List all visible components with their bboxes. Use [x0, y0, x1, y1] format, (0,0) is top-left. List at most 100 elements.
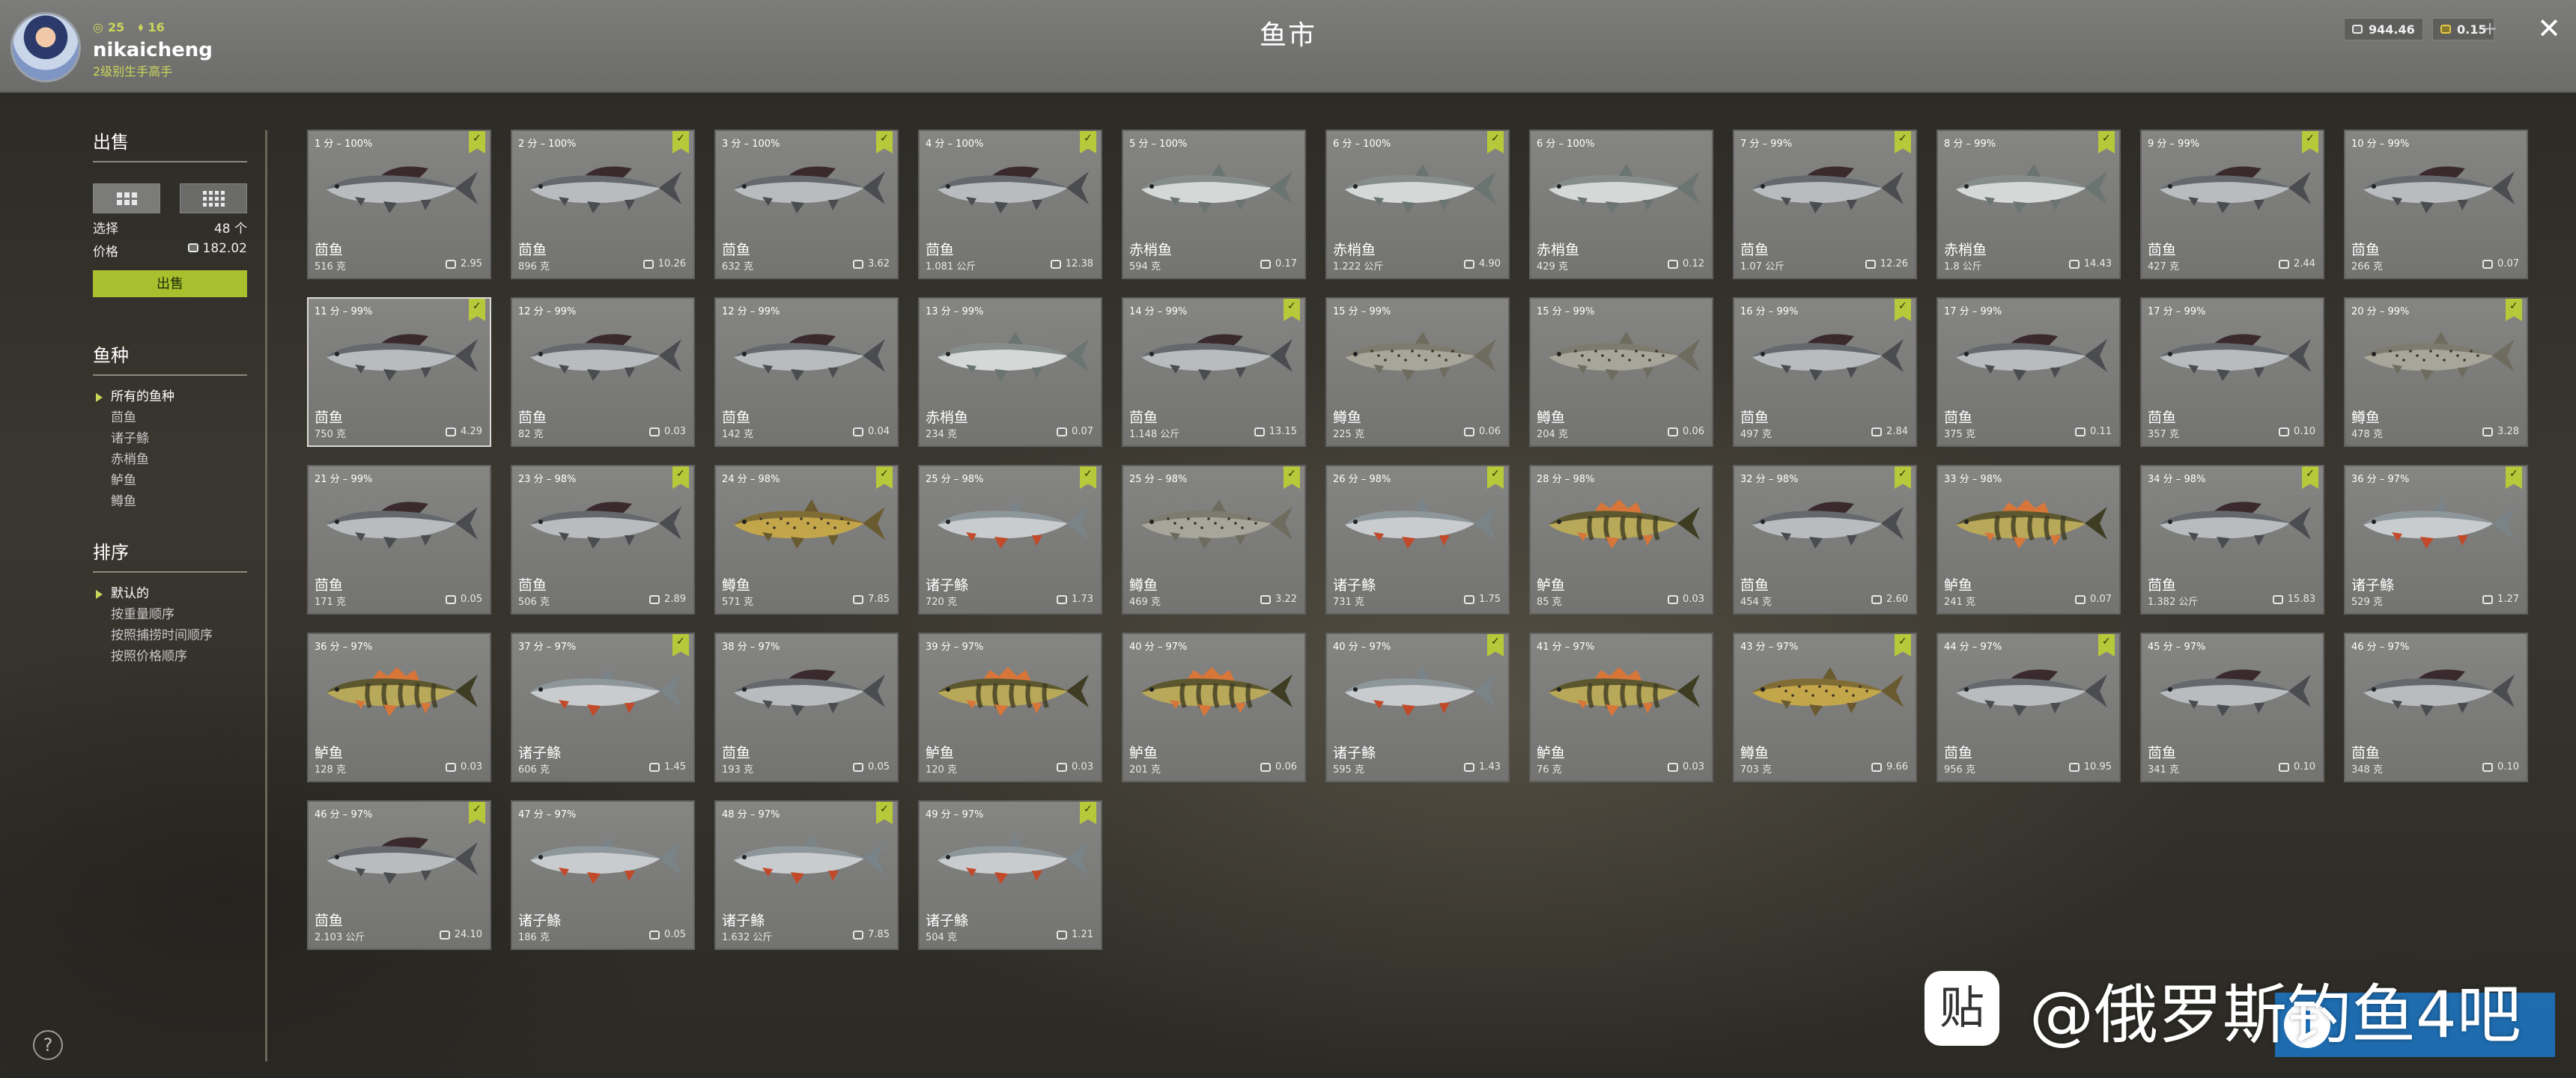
- fish-card[interactable]: 43 分 – 97% 鳟鱼 703 克 9.66: [1733, 633, 1917, 782]
- fish-score: 6 分 – 100%: [1333, 138, 1391, 150]
- fish-card[interactable]: 46 分 – 97% 茴鱼 2.103 公斤 24.10: [307, 800, 491, 950]
- silver-icon: [2279, 427, 2290, 436]
- fish-card[interactable]: 39 分 – 97% 鲈鱼 120 克 0.03: [918, 633, 1102, 782]
- fish-card[interactable]: 40 分 – 97% 诸子鲦 595 克 1.43: [1325, 633, 1510, 782]
- fish-card[interactable]: 38 分 – 97% 茴鱼 193 克 0.05: [714, 633, 899, 782]
- close-button[interactable]: ✕: [2534, 13, 2564, 43]
- fish-card[interactable]: 40 分 – 97% 鲈鱼 201 克 0.06: [1122, 633, 1306, 782]
- fish-card[interactable]: 12 分 – 99% 茴鱼 82 克 0.03: [511, 297, 695, 447]
- fish-card[interactable]: 48 分 – 97% 诸子鲦 1.632 公斤 7.85: [714, 800, 899, 950]
- fish-card[interactable]: 36 分 – 97% 鲈鱼 128 克 0.03: [307, 633, 491, 782]
- fish-price-value: 12.26: [1880, 258, 1908, 270]
- fish-weight: 186 克: [518, 932, 550, 943]
- fish-price-value: 2.89: [664, 594, 686, 605]
- add-currency-button[interactable]: +: [2479, 18, 2501, 40]
- fish-card[interactable]: 9 分 – 99% 茴鱼 427 克 2.44: [2140, 130, 2324, 279]
- silver-icon: [2482, 427, 2494, 436]
- fish-card[interactable]: 16 分 – 99% 茴鱼 497 克 2.84: [1733, 297, 1917, 447]
- sort-option-1[interactable]: 按重量顺序: [93, 604, 247, 625]
- fish-card[interactable]: 25 分 – 98% 诸子鲦 720 克 1.73: [918, 465, 1102, 615]
- fish-card[interactable]: 11 分 – 99% 茴鱼 750 克 4.29: [307, 297, 491, 447]
- large-grid-view-button[interactable]: [93, 183, 160, 213]
- fish-card[interactable]: 28 分 – 98% 鲈鱼 85 克 0.03: [1529, 465, 1713, 615]
- fish-card[interactable]: 10 分 – 99% 茴鱼 266 克 0.07: [2344, 130, 2528, 279]
- fish-price: 0.03: [1668, 761, 1704, 773]
- silver-icon: [1057, 930, 1068, 940]
- fish-card[interactable]: 4 分 – 100% 茴鱼 1.081 公斤 12.38: [918, 130, 1102, 279]
- fish-name: 茴鱼: [2351, 745, 2381, 761]
- top-bar: ◎ 25 ⬧ 16 nikaicheng 2级别生手高手 鱼市 944.46 0…: [0, 0, 2576, 93]
- fish-price: 2.89: [649, 594, 686, 605]
- fish-card[interactable]: 26 分 – 98% 诸子鲦 731 克 1.75: [1325, 465, 1510, 615]
- fish-card[interactable]: 12 分 – 99% 茴鱼 142 克 0.04: [714, 297, 899, 447]
- species-filter-item-1[interactable]: 茴鱼: [93, 407, 247, 428]
- fish-card[interactable]: 15 分 – 99% 鳟鱼 204 克 0.06: [1529, 297, 1713, 447]
- species-section: 鱼种 所有的鱼种 茴鱼 诸子鲦 赤梢鱼 鲈鱼 鳟鱼: [93, 341, 247, 512]
- species-filter-item-5[interactable]: 鳟鱼: [93, 491, 247, 512]
- fish-name: 诸子鲦: [722, 913, 765, 929]
- fish-price: 1.21: [1057, 929, 1093, 940]
- fish-card[interactable]: 6 分 – 100% 赤梢鱼 429 克 0.12: [1529, 130, 1713, 279]
- fish-card[interactable]: 15 分 – 99% 鳟鱼 225 克 0.06: [1325, 297, 1510, 447]
- fish-weight: 234 克: [926, 429, 957, 440]
- sell-button[interactable]: 出售: [93, 270, 247, 297]
- fish-card[interactable]: 34 分 – 98% 茴鱼 1.382 公斤 15.83: [2140, 465, 2324, 615]
- fish-card[interactable]: 17 分 – 99% 茴鱼 375 克 0.11: [1936, 297, 2121, 447]
- fish-card[interactable]: 7 分 – 99% 茴鱼 1.07 公斤 12.26: [1733, 130, 1917, 279]
- fish-price-value: 7.85: [868, 929, 890, 940]
- fish-price: 0.03: [1057, 761, 1093, 773]
- silver-icon: [649, 427, 660, 436]
- fish-card[interactable]: 13 分 – 99% 赤梢鱼 234 克 0.07: [918, 297, 1102, 447]
- fish-card[interactable]: 37 分 – 97% 诸子鲦 606 克 1.45: [511, 633, 695, 782]
- fish-card[interactable]: 46 分 – 97% 茴鱼 348 克 0.10: [2344, 633, 2528, 782]
- species-filter-item-3[interactable]: 赤梢鱼: [93, 449, 247, 470]
- fish-card[interactable]: 5 分 – 100% 赤梢鱼 594 克 0.17: [1122, 130, 1306, 279]
- chub-fish-image: [1334, 654, 1504, 725]
- fish-card[interactable]: 44 分 – 97% 茴鱼 956 克 10.95: [1936, 633, 2121, 782]
- perch-fish-image: [316, 654, 485, 725]
- fish-score: 17 分 – 99%: [1944, 306, 2002, 317]
- sort-option-2[interactable]: 按照捕捞时间顺序: [93, 625, 247, 646]
- fish-card[interactable]: 32 分 – 98% 茴鱼 454 克 2.60: [1733, 465, 1917, 615]
- help-button[interactable]: ?: [33, 1030, 63, 1060]
- fish-price-value: 0.03: [664, 426, 686, 437]
- fish-card[interactable]: 45 分 – 97% 茴鱼 341 克 0.10: [2140, 633, 2324, 782]
- fish-card[interactable]: 49 分 – 97% 诸子鲦 504 克 1.21: [918, 800, 1102, 950]
- fish-card[interactable]: 36 分 – 97% 诸子鲦 529 克 1.27: [2344, 465, 2528, 615]
- fish-card[interactable]: 2 分 – 100% 茴鱼 896 克 10.26: [511, 130, 695, 279]
- fish-card[interactable]: 14 分 – 99% 茴鱼 1.148 公斤 13.15: [1122, 297, 1306, 447]
- fish-card[interactable]: 41 分 – 97% 鲈鱼 76 克 0.03: [1529, 633, 1713, 782]
- sort-options-list: 默认的 按重量顺序 按照捕捞时间顺序 按照价格顺序: [93, 583, 247, 667]
- fish-name: 茴鱼: [315, 242, 344, 258]
- fish-card[interactable]: 23 分 – 98% 茴鱼 506 克 2.89: [511, 465, 695, 615]
- fish-score: 12 分 – 99%: [518, 306, 577, 317]
- fish-price: 9.66: [1871, 761, 1908, 773]
- fish-card[interactable]: 25 分 – 98% 鳟鱼 469 克 3.22: [1122, 465, 1306, 615]
- grayling-fish-image: [2149, 486, 2318, 558]
- chub-fish-image: [723, 821, 893, 893]
- species-filter-item-2[interactable]: 诸子鲦: [93, 428, 247, 449]
- species-filter-item-0[interactable]: 所有的鱼种: [93, 386, 247, 407]
- fish-card[interactable]: 21 分 – 99% 茴鱼 171 克 0.05: [307, 465, 491, 615]
- view-toggles: [93, 183, 247, 213]
- sort-option-3[interactable]: 按照价格顺序: [93, 646, 247, 667]
- user-avatar[interactable]: [10, 12, 81, 82]
- tieba-logo: 贴: [1925, 971, 1999, 1046]
- fish-card[interactable]: 8 分 – 99% 赤梢鱼 1.8 公斤 14.43: [1936, 130, 2121, 279]
- sidebar-divider: [265, 130, 267, 1062]
- fish-name: 诸子鲦: [926, 913, 969, 929]
- fish-card[interactable]: 20 分 – 99% 鳟鱼 478 克 3.28: [2344, 297, 2528, 447]
- fish-card[interactable]: 17 分 – 99% 茴鱼 357 克 0.10: [2140, 297, 2324, 447]
- fish-name: 茴鱼: [2148, 242, 2177, 258]
- silver-icon: [1057, 762, 1068, 772]
- small-grid-view-button[interactable]: [180, 183, 247, 213]
- silver-icon: [2272, 594, 2283, 604]
- fish-card[interactable]: 6 分 – 100% 赤梢鱼 1.222 公斤 4.90: [1325, 130, 1510, 279]
- sort-option-0[interactable]: 默认的: [93, 583, 247, 604]
- species-filter-item-4[interactable]: 鲈鱼: [93, 470, 247, 491]
- fish-card[interactable]: 3 分 – 100% 茴鱼 632 克 3.62: [714, 130, 899, 279]
- fish-card[interactable]: 24 分 – 98% 鳟鱼 571 克 7.85: [714, 465, 899, 615]
- fish-card[interactable]: 33 分 – 98% 鲈鱼 241 克 0.07: [1936, 465, 2121, 615]
- fish-card[interactable]: 47 分 – 97% 诸子鲦 186 克 0.05: [511, 800, 695, 950]
- fish-card[interactable]: 1 分 – 100% 茴鱼 516 克 2.95: [307, 130, 491, 279]
